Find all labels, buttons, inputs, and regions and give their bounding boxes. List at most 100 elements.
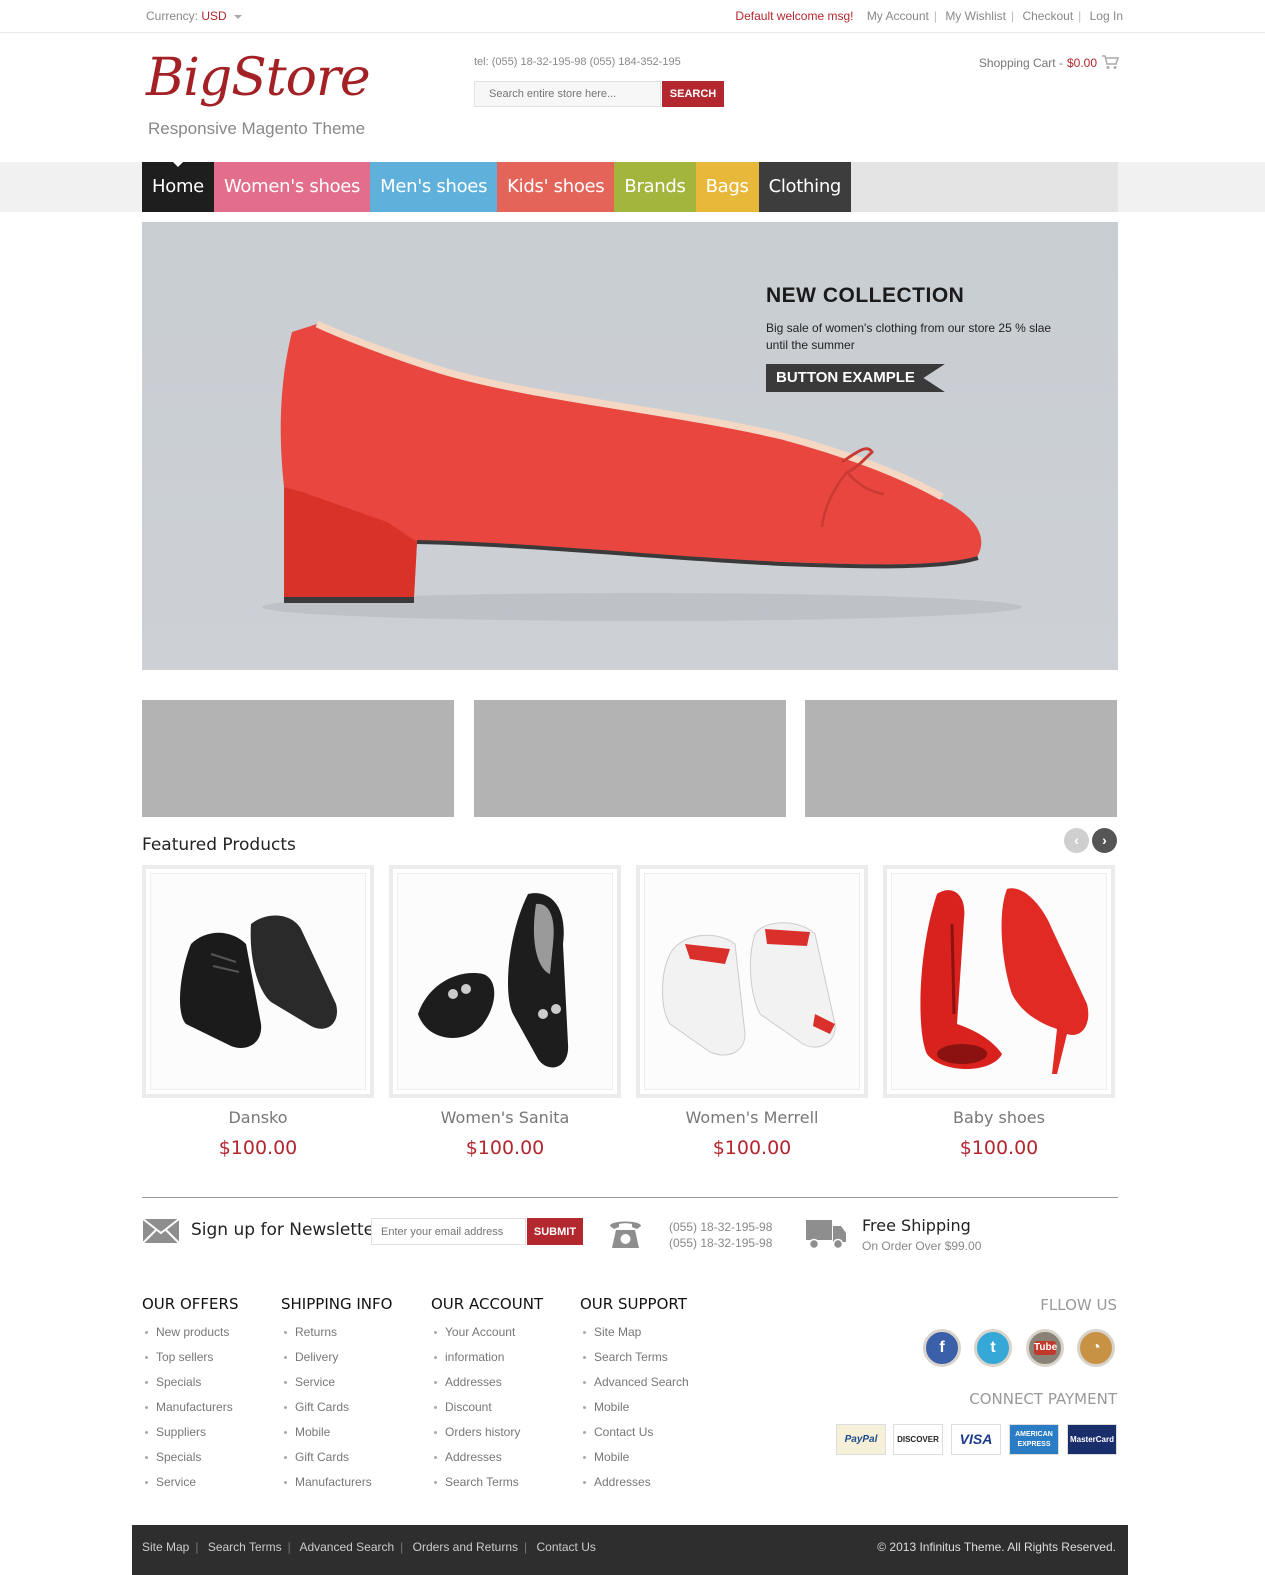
product-name[interactable]: Baby shoes [883, 1108, 1115, 1127]
nav-item-womens-shoes[interactable]: Women's shoes [213, 162, 371, 212]
footer-link[interactable]: Mobile [580, 1450, 689, 1475]
footer-column-offers: OUR OFFERS New products Top sellers Spec… [142, 1295, 238, 1500]
product-name[interactable]: Dansko [142, 1108, 374, 1127]
twitter-icon[interactable]: t [974, 1329, 1012, 1367]
footer-link[interactable]: Manufacturers [281, 1475, 392, 1500]
carousel-prev-button[interactable]: ‹ [1064, 828, 1089, 853]
footer-link[interactable]: Suppliers [142, 1425, 238, 1450]
top-bar: Currency: USD Default welcome msg! My Ac… [0, 0, 1265, 33]
product-name[interactable]: Women's Sanita [389, 1108, 621, 1127]
facebook-icon[interactable]: f [923, 1329, 961, 1367]
footer-link[interactable]: Specials [142, 1375, 238, 1400]
nav-item-label: Brands [624, 176, 686, 197]
currency-label: Currency: [146, 9, 199, 23]
hero-slider[interactable]: NEW COLLECTION Big sale of women's cloth… [142, 222, 1118, 670]
product-card[interactable]: Dansko $100.00 [142, 865, 374, 1159]
search-input[interactable] [474, 81, 661, 107]
footer-link[interactable]: Advanced Search [580, 1375, 689, 1400]
nav-item-label: Clothing [768, 176, 842, 197]
newsletter-email-input[interactable] [371, 1218, 526, 1245]
footer-link[interactable]: information [431, 1350, 543, 1375]
product-card[interactable]: Women's Sanita $100.00 [389, 865, 621, 1159]
footer-link[interactable]: New products [142, 1325, 238, 1350]
footer-column-shipping: SHIPPING INFO Returns Delivery Service G… [281, 1295, 392, 1500]
footer-link[interactable]: Addresses [580, 1475, 689, 1500]
newsletter-submit-button[interactable]: SUBMIT [527, 1218, 583, 1245]
chevron-left-icon: ‹ [1074, 832, 1079, 848]
carousel-next-button[interactable]: › [1092, 828, 1117, 853]
product-card[interactable]: Baby shoes $100.00 [883, 865, 1115, 1159]
footer-link[interactable]: Mobile [281, 1425, 392, 1450]
telephone-icon [610, 1221, 641, 1248]
footer-column-account: OUR ACCOUNT Your Account information Add… [431, 1295, 543, 1500]
advanced-search-link[interactable]: Advanced Search [299, 1540, 394, 1554]
nav-item-clothing[interactable]: Clothing [758, 162, 852, 212]
my-wishlist-link[interactable]: My Wishlist [945, 9, 1006, 23]
footer-link[interactable]: Delivery [281, 1350, 392, 1375]
paypal-logo: PayPal [836, 1424, 886, 1455]
cart-amount: $0.00 [1066, 55, 1097, 70]
footer-link[interactable]: Site Map [580, 1325, 689, 1350]
youtube-icon[interactable]: Tube [1026, 1329, 1064, 1367]
product-image-frame[interactable] [636, 865, 868, 1098]
promo-banner[interactable] [142, 700, 454, 817]
footer-link[interactable]: Service [281, 1375, 392, 1400]
search-terms-link[interactable]: Search Terms [208, 1540, 282, 1554]
currency-selector[interactable]: Currency: USD [146, 9, 243, 23]
promo-banner[interactable] [474, 700, 786, 817]
footer-link[interactable]: Gift Cards [281, 1450, 392, 1475]
nav-item-bags[interactable]: Bags [695, 162, 759, 212]
nav-item-label: Bags [705, 176, 749, 197]
nav-item-kids-shoes[interactable]: Kids' shoes [497, 162, 615, 212]
connect-payment-title: CONNECT PAYMENT [969, 1390, 1117, 1408]
footer-link[interactable]: Gift Cards [281, 1400, 392, 1425]
footer-link[interactable]: Returns [281, 1325, 392, 1350]
product-image-frame[interactable] [142, 865, 374, 1098]
footer-link[interactable]: Addresses [431, 1450, 543, 1475]
orders-returns-link[interactable]: Orders and Returns [413, 1540, 518, 1554]
nav-item-label: Women's shoes [223, 176, 361, 197]
contact-us-link[interactable]: Contact Us [537, 1540, 596, 1554]
product-card[interactable]: Women's Merrell $100.00 [636, 865, 868, 1159]
promo-banner[interactable] [805, 700, 1117, 817]
nav-menu: Home Women's shoes Men's shoes Kids' sho… [142, 162, 1118, 212]
login-link[interactable]: Log In [1090, 9, 1123, 23]
rss-icon[interactable]: ◔ [1077, 1329, 1115, 1367]
footer-link[interactable]: Specials [142, 1450, 238, 1475]
footer-link[interactable]: Addresses [431, 1375, 543, 1400]
cart-icon [1102, 55, 1119, 69]
follow-us-title: FLLOW US [1040, 1296, 1117, 1314]
logo[interactable]: BigStore [146, 48, 371, 108]
active-indicator [172, 162, 183, 167]
amex-logo: AMERICAN EXPRESS [1009, 1424, 1059, 1455]
free-shipping-title: Free Shipping [862, 1216, 971, 1235]
footer-link[interactable]: Orders history [431, 1425, 543, 1450]
main-nav: Home Women's shoes Men's shoes Kids' sho… [0, 162, 1265, 212]
footer-link[interactable]: Search Terms [431, 1475, 543, 1500]
my-account-link[interactable]: My Account [867, 9, 929, 23]
nav-item-brands[interactable]: Brands [614, 162, 696, 212]
footer-bottom-links: Site Map | Search Terms | Advanced Search |… [142, 1540, 596, 1554]
footer-link[interactable]: Mobile [580, 1400, 689, 1425]
welcome-message: Default welcome msg! [735, 9, 854, 23]
site-map-link[interactable]: Site Map [142, 1540, 189, 1554]
footer-link[interactable]: Service [142, 1475, 238, 1500]
phone-number: (055) 18-32-195-98 [669, 1220, 773, 1234]
footer-link[interactable]: Manufacturers [142, 1400, 238, 1425]
nav-item-mens-shoes[interactable]: Men's shoes [370, 162, 498, 212]
search-button[interactable]: SEARCH [662, 81, 724, 107]
footer-link[interactable]: Search Terms [580, 1350, 689, 1375]
footer-link[interactable]: Your Account [431, 1325, 543, 1350]
product-image-frame[interactable] [389, 865, 621, 1098]
nav-item-home[interactable]: Home [142, 162, 214, 212]
product-name[interactable]: Women's Merrell [636, 1108, 868, 1127]
checkout-link[interactable]: Checkout [1022, 9, 1073, 23]
footer-link[interactable]: Contact Us [580, 1425, 689, 1450]
envelope-icon [142, 1218, 180, 1244]
product-image-frame[interactable] [883, 865, 1115, 1098]
shopping-cart[interactable]: Shopping Cart - $0.00 [979, 55, 1119, 70]
slide-button[interactable]: BUTTON EXAMPLE [766, 364, 945, 392]
footer-link[interactable]: Top sellers [142, 1350, 238, 1375]
footer-column-title: OUR SUPPORT [580, 1295, 687, 1313]
footer-link[interactable]: Discount [431, 1400, 543, 1425]
